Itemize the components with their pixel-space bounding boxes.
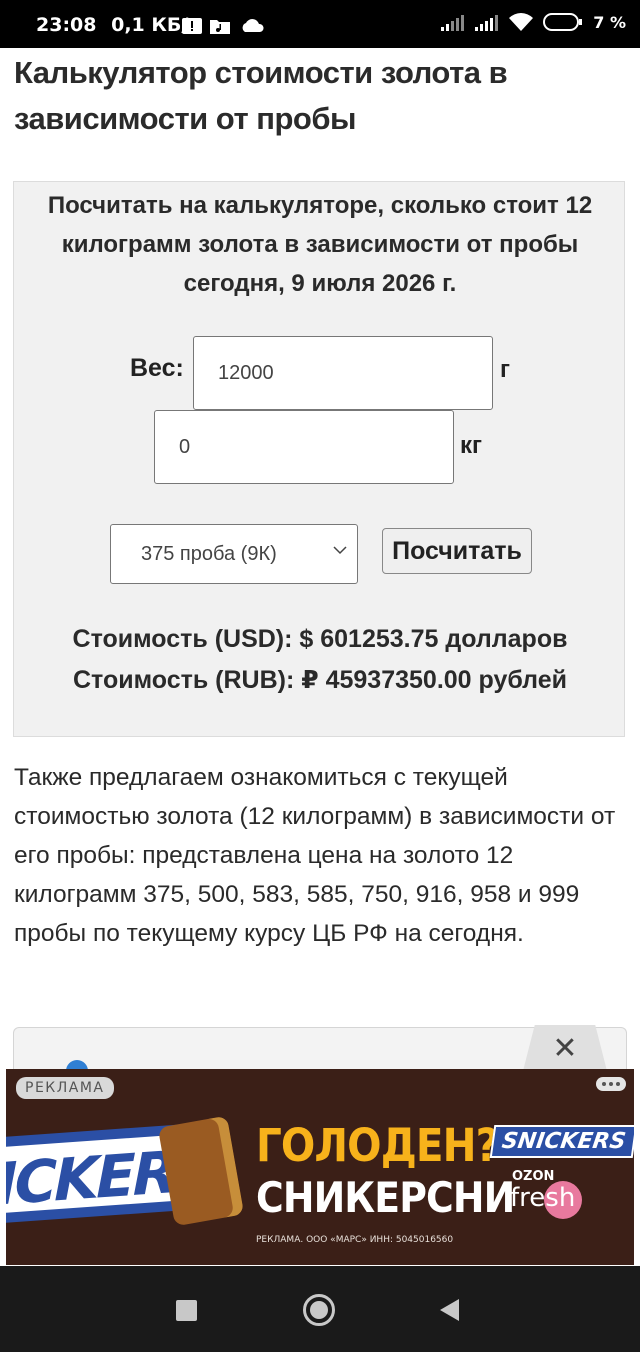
kilograms-unit-label: кг	[460, 432, 483, 459]
signal-2-icon	[475, 15, 499, 31]
grams-unit-label: г	[500, 356, 510, 383]
ad-banner[interactable]: РЕКЛАМА ICKERS ГОЛОДЕН? СНИКЕРСНИ SNICKE…	[6, 1069, 634, 1265]
purity-selected-value: 375 проба (9К)	[141, 542, 277, 565]
status-time: 23:08	[36, 14, 97, 36]
ad-legal-text: РЕКЛАМА. ООО «МАРС» ИНН: 5045016560	[256, 1235, 454, 1245]
ad-headline: ГОЛОДЕН?	[256, 1119, 499, 1172]
ad-close-button[interactable]: ✕	[523, 1025, 607, 1071]
purity-select[interactable]: 375 проба (9К)	[110, 524, 358, 584]
status-bar: 23:08 0,1 КБ/с 7 %	[0, 0, 640, 48]
page-title: Калькулятор стоимости золота в зависимос…	[14, 55, 508, 136]
result-rub: Стоимость (RUB): ₽ 45937350.00 рублей	[72, 666, 568, 694]
battery-percent: 7 %	[593, 12, 626, 32]
weight-label: Вес:	[130, 354, 184, 382]
ad-subline: СНИКЕРСНИ	[256, 1173, 515, 1222]
recents-square-icon[interactable]	[176, 1300, 197, 1321]
gold-calculator: Посчитать на калькуляторе, сколько стоит…	[13, 181, 625, 737]
more-options-icon[interactable]	[596, 1077, 626, 1091]
back-triangle-icon[interactable]	[440, 1299, 459, 1321]
description-paragraph: Также предлагаем ознакомиться с текущей …	[14, 764, 616, 947]
calculator-heading: Посчитать на калькуляторе, сколько стоит…	[47, 192, 593, 297]
snickers-bar-image: ICKERS	[6, 1115, 246, 1227]
ozon-label: OZON	[512, 1169, 555, 1184]
battery-icon	[543, 13, 583, 31]
music-folder-icon	[210, 20, 230, 34]
alert-notification-icon	[182, 18, 202, 34]
home-circle-icon[interactable]	[303, 1294, 335, 1326]
grams-input[interactable]: 12000	[193, 336, 493, 410]
snickers-brand-logo: SNICKERS	[489, 1125, 634, 1158]
wifi-icon	[509, 13, 534, 31]
ad-label-badge: РЕКЛАМА	[16, 1077, 114, 1099]
result-usd: Стоимость (USD): $ 601253.75 долларов	[72, 625, 568, 653]
cloud-icon	[242, 19, 264, 32]
status-right: 7 %	[441, 12, 626, 32]
signal-1-icon	[441, 15, 465, 31]
calculate-button[interactable]: Посчитать	[382, 528, 532, 574]
chevron-down-icon	[333, 546, 347, 555]
kilograms-input[interactable]: 0	[154, 410, 454, 484]
fresh-label: fresh	[510, 1183, 576, 1213]
